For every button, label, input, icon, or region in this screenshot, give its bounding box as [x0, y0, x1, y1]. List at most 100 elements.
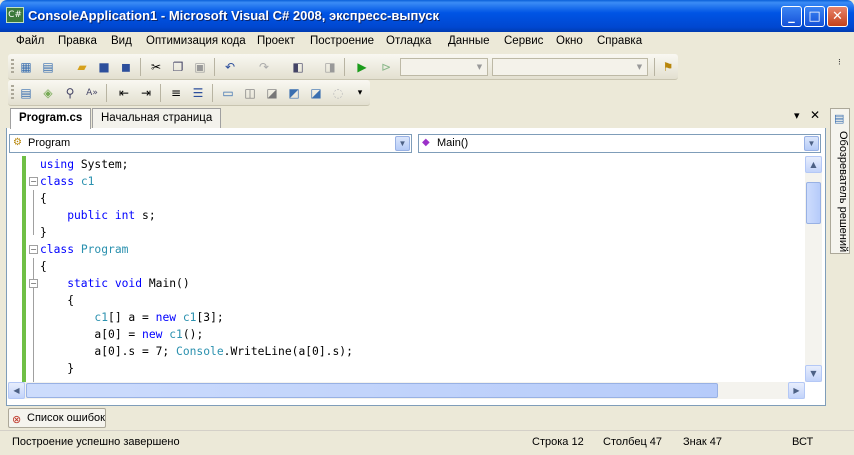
menu-help[interactable]: Справка — [597, 35, 642, 47]
find-in-files-icon[interactable]: ⚑ — [660, 59, 676, 75]
code-token: void — [114, 277, 149, 290]
parameter-info-icon[interactable]: ◈ — [40, 85, 56, 101]
decrease-indent-icon[interactable]: ⇤ — [116, 85, 132, 101]
open-folder-icon[interactable]: ▰ — [74, 59, 90, 75]
text-editor-toolbar: ▤ ◈ ⚲ A» ⇤ ⇥ ≡ ☰ ▭ ◫ ◪ ◩ ◪ ◌ ▾ — [8, 80, 370, 106]
add-item-icon[interactable]: ▤ — [40, 59, 56, 75]
maximize-button[interactable]: □ — [804, 6, 825, 27]
code-line[interactable]: c1[] a = new c1[3]; — [40, 309, 223, 326]
uncomment-lines-icon[interactable]: ☰ — [190, 85, 206, 101]
active-files-icon[interactable]: ▾ — [794, 109, 800, 122]
chevron-down-icon[interactable]: ▼ — [804, 136, 819, 151]
solution-explorer-tab[interactable]: ▤ Обозреватель решений — [830, 108, 850, 254]
tab-program-cs[interactable]: Program.cs — [10, 108, 92, 129]
toggle-bookmark-icon[interactable]: ▭ — [220, 85, 236, 101]
menu-tools[interactable]: Сервис — [504, 35, 543, 47]
horizontal-scrollbar[interactable]: ◀ ▶ — [8, 382, 805, 399]
new-project-icon[interactable]: ▦ — [18, 59, 34, 75]
paste-icon[interactable]: ▣ — [192, 59, 208, 75]
code-line[interactable]: static void Main() — [40, 275, 190, 292]
close-tab-icon[interactable]: ✕ — [810, 108, 820, 122]
save-all-icon[interactable]: ◼ — [118, 59, 134, 75]
redo-icon[interactable]: ↷ — [256, 59, 272, 75]
vertical-scroll-thumb[interactable] — [806, 182, 821, 224]
code-token: c1 — [94, 311, 109, 324]
code-token: new — [155, 311, 183, 324]
collapse-icon[interactable]: − — [29, 279, 38, 288]
menu-build[interactable]: Построение — [310, 35, 374, 47]
collapse-icon[interactable]: − — [29, 177, 38, 186]
class-navigation-combo[interactable]: ⚙ Program ▼ — [9, 134, 412, 153]
comment-lines-icon[interactable]: ≡ — [168, 85, 184, 101]
undo-icon[interactable]: ↶ — [222, 59, 238, 75]
code-line[interactable]: public int s; — [40, 207, 155, 224]
code-token: .WriteLine(a[0].s); — [223, 345, 353, 358]
collapse-icon[interactable]: − — [29, 245, 38, 254]
error-list-tab[interactable]: ⊗ Список ошибок — [8, 408, 106, 428]
scroll-right-icon[interactable]: ▶ — [788, 382, 805, 399]
prev-bookmark-folder-icon[interactable]: ◩ — [286, 85, 302, 101]
member-combo-value: Main() — [437, 137, 469, 149]
code-token: Console — [176, 345, 224, 358]
code-line[interactable]: } — [40, 360, 74, 377]
toolbar-options-icon[interactable]: ▾ — [352, 85, 368, 101]
toolbar-grip[interactable] — [11, 59, 14, 75]
code-token: [] a = — [108, 311, 156, 324]
horizontal-scroll-thumb[interactable] — [26, 383, 718, 398]
chevron-down-icon[interactable]: ▼ — [395, 136, 410, 151]
code-line[interactable]: { — [40, 292, 74, 309]
start-without-debug-icon[interactable]: ⊳ — [378, 59, 394, 75]
find-combo[interactable]: ▼ — [492, 58, 648, 76]
menu-window[interactable]: Окно — [556, 35, 583, 47]
solution-config-combo[interactable]: ▼ — [400, 58, 488, 76]
scroll-left-icon[interactable]: ◀ — [8, 382, 25, 399]
object-members-icon[interactable]: ▤ — [18, 85, 34, 101]
toolbar-grip[interactable] — [11, 85, 14, 101]
toolbar-overflow-icon[interactable]: ⁝ — [838, 58, 841, 68]
code-line[interactable]: a[0].s = 7; Console.WriteLine(a[0].s); — [40, 343, 353, 360]
change-tracking-bar — [22, 156, 26, 382]
navigate-back-icon[interactable]: ◧ — [290, 59, 306, 75]
scroll-down-icon[interactable]: ▼ — [805, 365, 822, 382]
save-icon[interactable]: ■ — [96, 59, 112, 75]
menu-project[interactable]: Проект — [257, 35, 295, 47]
code-token: Main() — [148, 277, 190, 290]
code-line[interactable]: a[0] = new c1(); — [40, 326, 203, 343]
code-token: using — [40, 158, 81, 171]
code-line[interactable]: { — [40, 258, 47, 275]
code-token: int — [114, 209, 143, 222]
next-bookmark-folder-icon[interactable]: ◪ — [308, 85, 324, 101]
code-line[interactable]: using System; — [40, 156, 128, 173]
code-token: { — [40, 260, 47, 273]
code-line[interactable]: } — [40, 224, 47, 241]
code-line[interactable]: class c1 — [40, 173, 94, 190]
code-line[interactable]: { — [40, 190, 47, 207]
code-line[interactable]: class Program — [40, 241, 128, 258]
code-token: { — [40, 192, 47, 205]
menu-edit[interactable]: Правка — [58, 35, 97, 47]
increase-indent-icon[interactable]: ⇥ — [138, 85, 154, 101]
minimize-button[interactable]: _ — [781, 6, 802, 27]
error-list-label: Список ошибок — [27, 412, 105, 424]
menu-optimize[interactable]: Оптимизация кода — [146, 35, 246, 47]
cut-icon[interactable]: ✂ — [148, 59, 164, 75]
next-bookmark-icon[interactable]: ◪ — [264, 85, 280, 101]
copy-icon[interactable]: ❐ — [170, 59, 186, 75]
clear-bookmarks-icon[interactable]: ◌ — [330, 85, 346, 101]
quick-info-icon[interactable]: ⚲ — [62, 85, 78, 101]
start-debugging-icon[interactable]: ▶ — [354, 59, 370, 75]
menu-file[interactable]: Файл — [16, 35, 44, 47]
menu-view[interactable]: Вид — [111, 35, 132, 47]
status-bar: Построение успешно завершено Строка 12 С… — [0, 430, 854, 455]
scroll-up-icon[interactable]: ▲ — [805, 156, 822, 173]
member-navigation-combo[interactable]: ◆ Main() ▼ — [418, 134, 821, 153]
vertical-scrollbar[interactable]: ▲ ▼ — [805, 156, 822, 382]
previous-bookmark-icon[interactable]: ◫ — [242, 85, 258, 101]
tab-start-page[interactable]: Начальная страница — [92, 108, 222, 128]
navigate-forward-icon[interactable]: ◨ — [322, 59, 338, 75]
close-button[interactable]: ✕ — [827, 6, 848, 27]
menu-debug[interactable]: Отладка — [386, 35, 431, 47]
menu-data[interactable]: Данные — [448, 35, 490, 47]
complete-word-icon[interactable]: A» — [84, 85, 100, 101]
